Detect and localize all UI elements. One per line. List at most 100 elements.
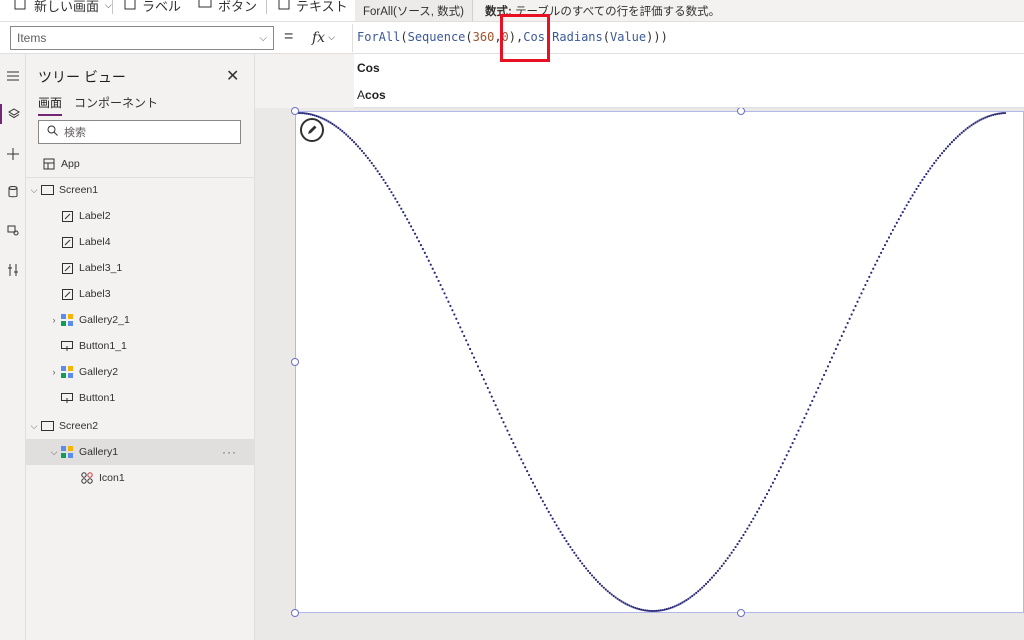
edit-gallery-button[interactable] [300,118,324,142]
curve-point [380,175,383,179]
suggestion-item[interactable]: Cos [354,54,1024,81]
tree-item-button1_1[interactable]: Button1_1 [26,333,255,359]
resize-handle[interactable] [737,609,745,617]
intellisense-dropdown: Cos Acos [354,54,1024,108]
curve-point [760,503,763,506]
curve-point [663,608,666,611]
tree-item-app[interactable]: App [26,151,255,177]
tree-search-input[interactable]: 検索 [38,120,241,144]
curve-point [815,391,818,394]
curve-point [844,326,847,329]
curve-point [618,599,621,602]
curve-point [500,416,503,420]
chevron-icon[interactable]: ⌵ [28,421,40,432]
tree-item-screen1[interactable]: ⌵ Screen1 [26,177,255,203]
search-icon [47,125,58,139]
curve-point [822,373,826,377]
curve-point [586,569,590,572]
close-icon[interactable]: ✕ [226,66,239,86]
curve-point [626,603,629,606]
curve-point [498,412,501,415]
curve-point [1003,111,1007,115]
chevron-icon[interactable]: ⌵ [28,185,40,196]
label-icon [124,0,136,13]
tree-item-label3[interactable]: Label3 [26,281,255,307]
curve-point [885,240,889,243]
curve-point [703,584,706,587]
fx-button[interactable]: fx ⌵ [312,28,335,48]
curve-point [638,608,641,611]
curve-point [366,156,369,160]
curve-point [327,120,330,123]
resize-handle[interactable] [291,107,299,115]
curve-point [461,330,464,333]
curve-point [891,228,895,232]
tree-item-button1[interactable]: Button1 [26,385,255,411]
tree-item-icon1[interactable]: Icon1 [26,465,255,491]
curve-point [673,605,676,608]
tree-item-label3_1[interactable]: Label3_1 [26,255,255,281]
curve-point [524,466,527,469]
insert-text-button[interactable]: テキスト [278,0,348,15]
curve-point [575,554,578,557]
tree-item-gallery2_1[interactable]: › Gallery2_1 [26,307,255,333]
media-icon[interactable] [0,220,26,240]
tab-screens[interactable]: 画面 [38,94,63,116]
suggestion-prefix: A [357,87,366,102]
curve-point [541,500,544,503]
insert-button-button[interactable]: ボタン [198,0,257,15]
suggestion-item[interactable]: Acos [354,81,1024,108]
resize-handle[interactable] [737,107,745,115]
property-dropdown[interactable]: Items ⌵ [10,26,274,50]
curve-point [756,510,759,513]
chevron-icon[interactable]: ⌵ [48,447,60,458]
curve-point [588,572,592,575]
resize-handle[interactable] [291,609,299,617]
gallery-icon [60,445,74,459]
tree-item-label: Gallery2_1 [79,314,130,326]
curve-point [962,130,965,133]
curve-point [728,554,731,557]
curve-point [386,184,389,188]
curve-point [529,477,533,480]
curve-point [948,143,952,146]
curve-point [730,551,733,554]
tree-item-label: Label3_1 [79,262,123,274]
tree-item-gallery1[interactable]: ⌵ Gallery1 ··· [26,439,255,465]
chevron-icon[interactable]: › [48,367,60,377]
curve-point [583,564,586,568]
curve-point [496,408,499,411]
hamburger-icon[interactable] [0,66,26,86]
insert-label-button[interactable]: ラベル [124,0,181,15]
tree-item-label4[interactable]: Label4 [26,229,255,255]
layers-icon[interactable] [0,104,26,124]
curve-point [451,309,454,312]
curve-point [734,545,737,549]
curve-point [537,492,541,496]
plus-icon[interactable] [0,144,26,164]
pencil-icon [308,125,317,134]
curve-point [347,135,350,138]
curve-point [392,194,395,197]
tree-item-gallery2[interactable]: › Gallery2 [26,359,255,385]
tree-item-screen2[interactable]: ⌵ Screen2 [26,413,255,439]
resize-handle[interactable] [291,358,299,366]
curve-point [708,578,712,581]
curve-point [522,462,525,465]
curve-point [881,247,885,251]
tree-item-label2[interactable]: Label2 [26,203,255,229]
new-screen-button[interactable]: 新しい画面 ⌵ [14,0,112,15]
tab-components[interactable]: コンポーネント [74,94,158,116]
chevron-icon[interactable]: › [48,315,60,325]
curve-point [905,204,908,207]
curve-point [531,481,535,484]
database-icon[interactable] [0,182,26,202]
tools-icon[interactable] [0,260,26,280]
curve-point [417,240,421,243]
curve-point [915,187,918,191]
curve-point [669,606,672,610]
curve-point [929,167,932,170]
more-options-icon[interactable]: ··· [222,445,237,459]
curve-point [439,283,442,287]
curve-point [545,507,548,510]
